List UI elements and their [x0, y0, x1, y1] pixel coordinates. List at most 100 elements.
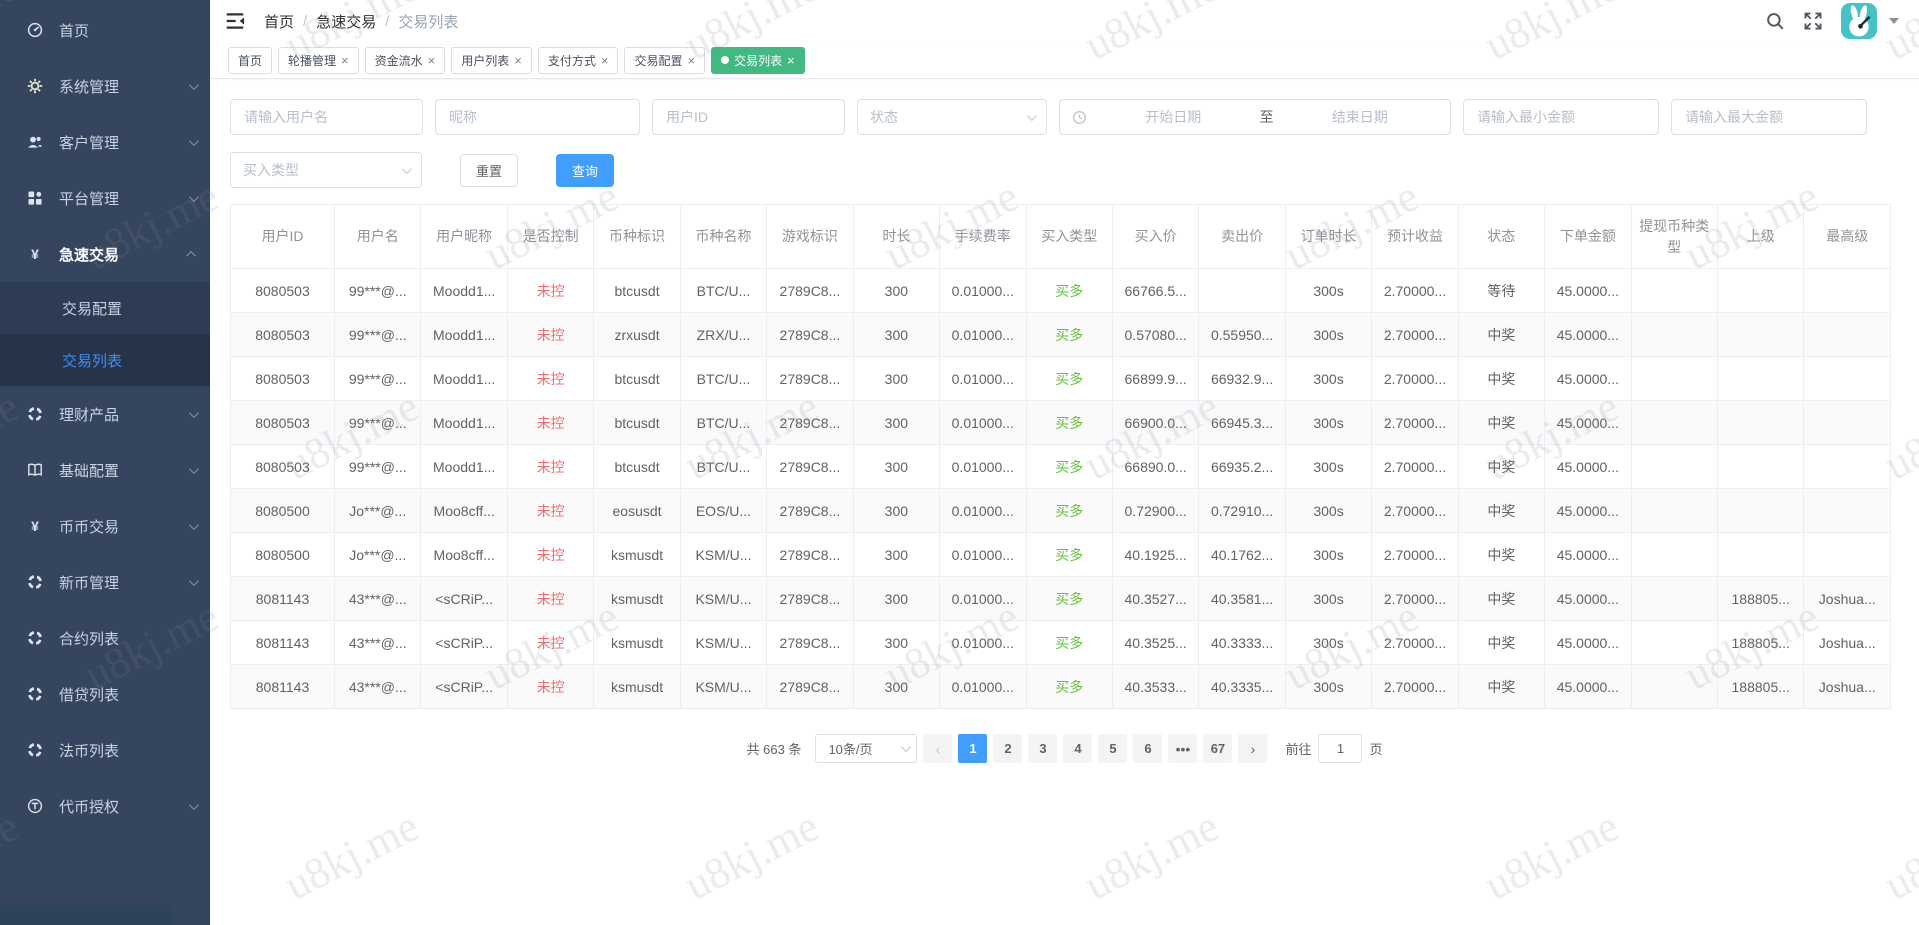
- table-cell: Joshua...: [1804, 577, 1891, 621]
- table-cell: 未控: [507, 533, 593, 577]
- table-cell: 66899.9...: [1112, 357, 1198, 401]
- chevron-down-icon[interactable]: [1889, 18, 1899, 24]
- sidebar-item-system[interactable]: 系统管理: [0, 58, 210, 114]
- date-range-picker[interactable]: 开始日期 至 结束日期: [1059, 99, 1451, 135]
- search-button[interactable]: 查询: [556, 154, 614, 187]
- sidebar-item-platform[interactable]: 平台管理: [0, 170, 210, 226]
- reset-button[interactable]: 重置: [460, 154, 518, 187]
- table-row[interactable]: 808050399***@...Moodd1...未控btcusdtBTC/U.…: [231, 357, 1891, 401]
- page-button-2[interactable]: 2: [993, 734, 1022, 763]
- sidebar-item-new-coin[interactable]: 新币管理: [0, 554, 210, 610]
- tab-banner[interactable]: 轮播管理×: [278, 47, 359, 74]
- page-size-select[interactable]: 10条/页: [815, 734, 917, 763]
- table-row[interactable]: 808114343***@...<sCRiP...未控ksmusdtKSM/U.…: [231, 577, 1891, 621]
- sidebar-item-customer[interactable]: 客户管理: [0, 114, 210, 170]
- buy-type-select[interactable]: 买入类型: [230, 152, 422, 188]
- sidebar-item-fast-trade[interactable]: ¥急速交易: [0, 226, 210, 282]
- table-row[interactable]: 808050399***@...Moodd1...未控btcusdtBTC/U.…: [231, 401, 1891, 445]
- breadcrumb-separator: /: [303, 13, 307, 30]
- column-header: 下单金额: [1545, 205, 1631, 269]
- yen-icon: ¥: [26, 518, 43, 535]
- sidebar-item-loan[interactable]: 借贷列表: [0, 666, 210, 722]
- table-cell: 2.70000...: [1372, 401, 1458, 445]
- username-input[interactable]: [230, 99, 423, 135]
- sidebar-item-label: 平台管理: [59, 188, 189, 209]
- table-row[interactable]: 808114343***@...<sCRiP...未控ksmusdtKSM/U.…: [231, 621, 1891, 665]
- table-cell: EOS/U...: [680, 489, 766, 533]
- breadcrumb-home[interactable]: 首页: [264, 11, 294, 32]
- prev-page-button[interactable]: ‹: [923, 734, 952, 763]
- sidebar-item-home[interactable]: 首页: [0, 2, 210, 58]
- page-button-3[interactable]: 3: [1028, 734, 1057, 763]
- sidebar-item-coin-trade[interactable]: ¥币币交易: [0, 498, 210, 554]
- table-row[interactable]: 808050399***@...Moodd1...未控btcusdtBTC/U.…: [231, 269, 1891, 313]
- page-button-1[interactable]: 1: [958, 734, 987, 763]
- sidebar-item-wealth[interactable]: 理财产品: [0, 386, 210, 442]
- userid-input[interactable]: [652, 99, 845, 135]
- status-select[interactable]: 状态: [857, 99, 1047, 135]
- table-cell: [1718, 445, 1804, 489]
- table-row[interactable]: 8080500Jo***@...Moo8cff...未控eosusdtEOS/U…: [231, 489, 1891, 533]
- table-cell: Joshua...: [1804, 665, 1891, 709]
- table-row[interactable]: 808050399***@...Moodd1...未控zrxusdtZRX/U.…: [231, 313, 1891, 357]
- main-area: 首页 / 急速交易 / 交易列表 首页轮播管理×资金流水×用户列表×支付方式×交…: [210, 0, 1919, 925]
- page-button-5[interactable]: 5: [1098, 734, 1127, 763]
- sidebar-item-base-config[interactable]: 基础配置: [0, 442, 210, 498]
- max-amount-input[interactable]: [1671, 99, 1867, 135]
- table-row[interactable]: 808114343***@...<sCRiP...未控ksmusdtKSM/U.…: [231, 665, 1891, 709]
- min-amount-input[interactable]: [1463, 99, 1659, 135]
- fullscreen-icon[interactable]: [1803, 11, 1823, 31]
- table-cell: 188805...: [1718, 577, 1804, 621]
- page-suffix: 页: [1369, 739, 1382, 758]
- sidebar-item-contract[interactable]: 合约列表: [0, 610, 210, 666]
- goto-page-input[interactable]: [1318, 734, 1362, 763]
- sidebar-item-label: 法币列表: [59, 740, 196, 761]
- page-button-67[interactable]: 67: [1203, 734, 1232, 763]
- avatar[interactable]: [1841, 3, 1877, 39]
- sidebar-item-token-auth[interactable]: 代币授权: [0, 778, 210, 834]
- sidebar-item-trade-config[interactable]: 交易配置: [0, 282, 210, 334]
- chevron-down-icon: [189, 408, 199, 418]
- close-icon[interactable]: ×: [514, 54, 522, 67]
- table-cell: 43***@...: [335, 621, 421, 665]
- table-cell: 中奖: [1458, 577, 1544, 621]
- page-button-6[interactable]: 6: [1133, 734, 1162, 763]
- nickname-input[interactable]: [435, 99, 640, 135]
- table-cell: 2.70000...: [1372, 665, 1458, 709]
- close-icon[interactable]: ×: [687, 54, 695, 67]
- tab-label: 用户列表: [461, 52, 509, 69]
- breadcrumb-section[interactable]: 急速交易: [316, 11, 376, 32]
- tab-trade-config[interactable]: 交易配置×: [624, 47, 705, 74]
- table-row[interactable]: 8080500Jo***@...Moo8cff...未控ksmusdtKSM/U…: [231, 533, 1891, 577]
- close-icon[interactable]: ×: [341, 54, 349, 67]
- table-cell: 买多: [1026, 313, 1112, 357]
- sidebar-item-fiat[interactable]: 法币列表: [0, 722, 210, 778]
- tab-home[interactable]: 首页: [228, 47, 272, 74]
- table-cell: [1804, 401, 1891, 445]
- close-icon[interactable]: ×: [787, 54, 795, 67]
- tab-trade-list[interactable]: 交易列表×: [711, 47, 805, 74]
- page-button-4[interactable]: 4: [1063, 734, 1092, 763]
- menu-fold-icon[interactable]: [224, 10, 246, 32]
- tab-user-list[interactable]: 用户列表 ×: [451, 47, 532, 74]
- table-cell: 300s: [1285, 665, 1371, 709]
- orders-table-wrap: 用户ID用户名用户昵称是否控制币种标识币种名称游戏标识时长手续费率买入类型买入价…: [230, 204, 1891, 709]
- table-cell: 8081143: [231, 577, 335, 621]
- table-cell: 8080503: [231, 313, 335, 357]
- table-cell: Joshua...: [1804, 621, 1891, 665]
- table-cell: 8081143: [231, 665, 335, 709]
- svg-text:¥: ¥: [31, 518, 39, 534]
- close-icon[interactable]: ×: [428, 54, 436, 67]
- column-header: 手续费率: [940, 205, 1026, 269]
- table-row[interactable]: 808050399***@...Moodd1...未控btcusdtBTC/U.…: [231, 445, 1891, 489]
- column-header: 订单时长: [1285, 205, 1371, 269]
- search-icon[interactable]: [1765, 11, 1785, 31]
- tab-funds[interactable]: 资金流水×: [365, 47, 446, 74]
- tab-payment[interactable]: 支付方式×: [538, 47, 619, 74]
- sidebar-item-trade-list[interactable]: 交易列表: [0, 334, 210, 386]
- next-page-button[interactable]: ›: [1238, 734, 1267, 763]
- breadcrumb: 首页 / 急速交易 / 交易列表: [264, 11, 458, 32]
- sidebar-item-label: 新币管理: [59, 572, 189, 593]
- close-icon[interactable]: ×: [601, 54, 609, 67]
- more-pages-button[interactable]: •••: [1168, 734, 1197, 763]
